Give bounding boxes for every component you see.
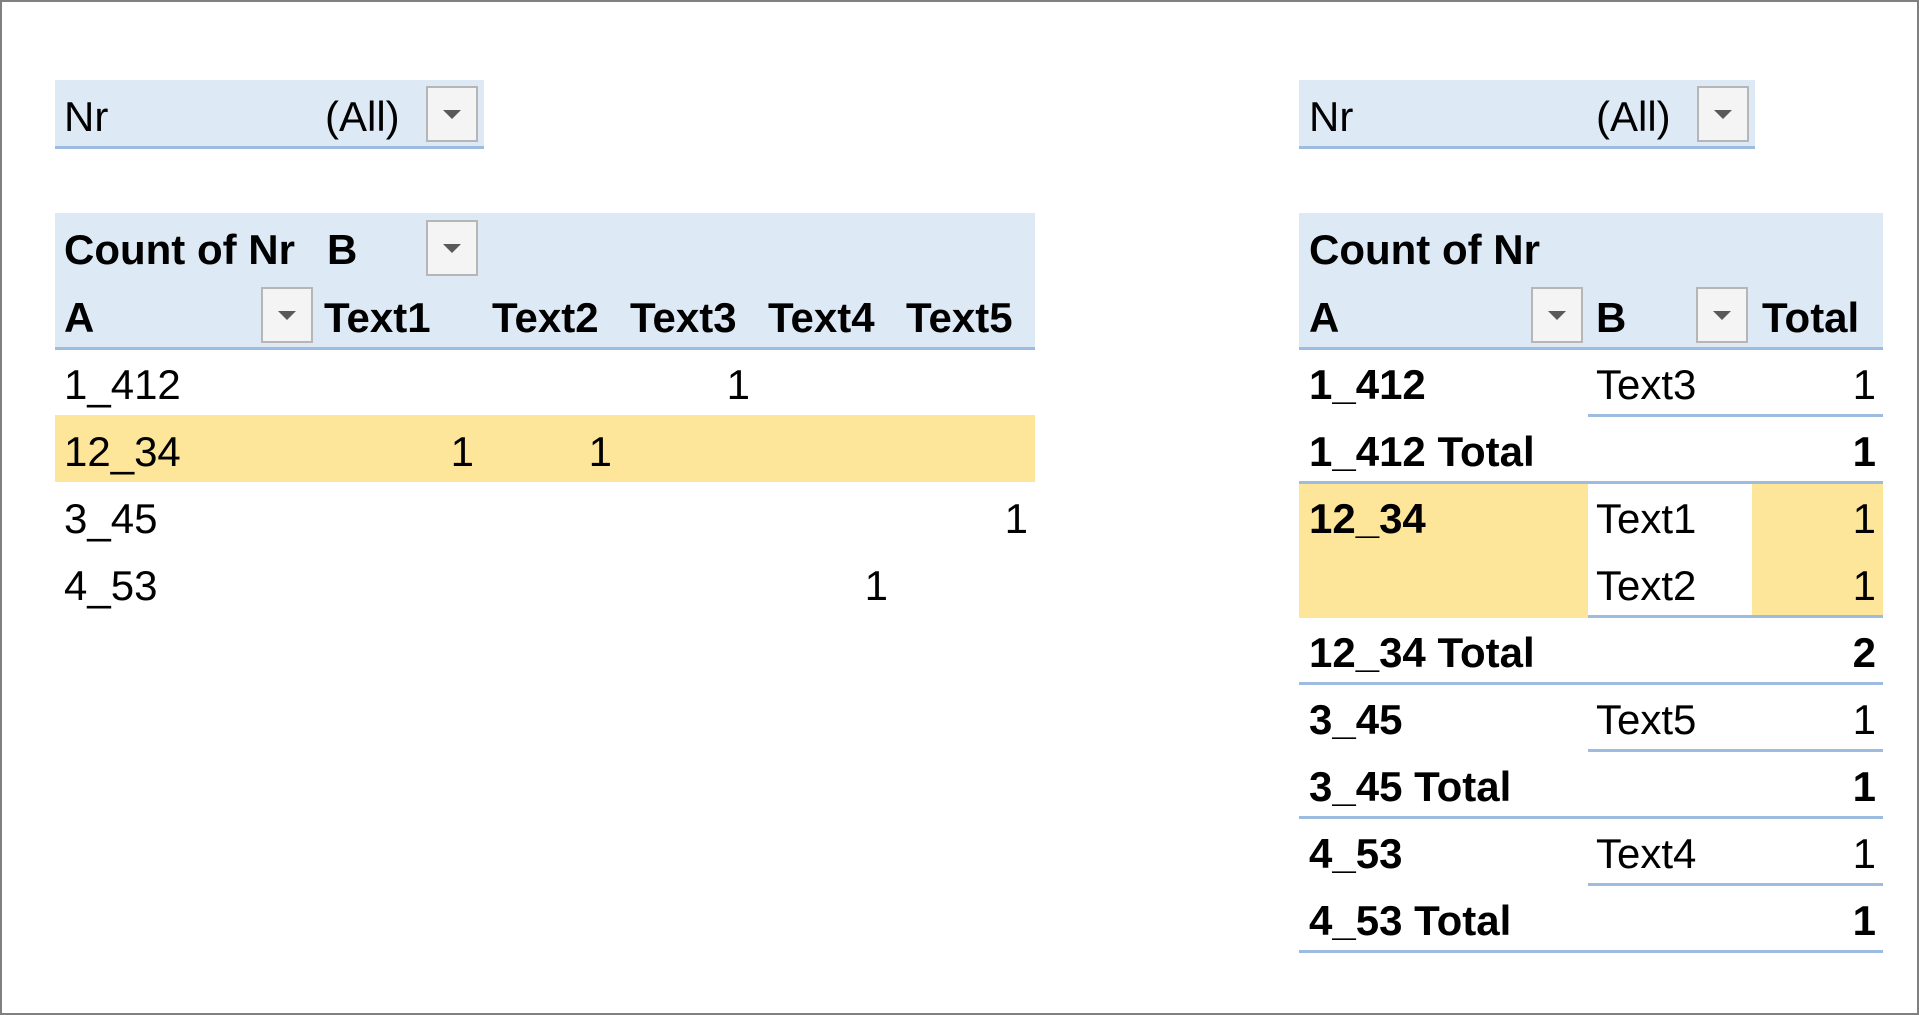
cell-value: 1	[588, 428, 612, 475]
left-col-header-text3: Text3	[630, 294, 737, 341]
left-col-field-label: B	[327, 226, 358, 273]
left-col-header-text4: Text4	[768, 294, 875, 341]
left-col-header-text5: Text5	[906, 294, 1013, 341]
subtotal-value: 1	[1852, 428, 1876, 475]
right-field-a-dropdown-button[interactable]	[1531, 287, 1583, 343]
chevron-down-icon	[443, 243, 461, 253]
cell-value: 1	[864, 562, 888, 609]
subtotal-label: 12_34 Total	[1309, 629, 1535, 676]
subtotal-value: 2	[1852, 629, 1876, 676]
right-filter-field: Nr	[1309, 93, 1354, 140]
chevron-down-icon	[1548, 310, 1566, 320]
subtotal-label: 4_53 Total	[1309, 897, 1512, 944]
right-filter-underline	[1299, 146, 1755, 149]
chevron-down-icon	[1713, 310, 1731, 320]
row-total-value: 1	[1852, 361, 1876, 408]
right-filter-dropdown-button[interactable]	[1697, 86, 1749, 142]
chevron-down-icon	[1714, 109, 1732, 119]
subtotal-label: 1_412 Total	[1309, 428, 1535, 475]
left-count-label: Count of Nr	[64, 226, 295, 273]
row-total-value: 1	[1852, 562, 1876, 609]
row-label: 3_45	[64, 495, 158, 542]
spreadsheet-canvas: Nr (All) Count of Nr B A Text1 Text2 Tex…	[0, 0, 1919, 1015]
row-a-label: 1_412	[1309, 361, 1426, 408]
left-filter-dropdown-button[interactable]	[426, 86, 478, 142]
row-total-value: 1	[1852, 495, 1876, 542]
left-filter-value: (All)	[325, 93, 400, 140]
row-a-label: 4_53	[1309, 830, 1403, 877]
row-b-label: Text5	[1596, 696, 1697, 743]
right-filter-band	[1299, 80, 1755, 146]
left-filter-field: Nr	[64, 93, 109, 140]
cell-value: 1	[1004, 495, 1028, 542]
left-col-header-text2: Text2	[492, 294, 599, 341]
right-field-b-label: B	[1596, 294, 1627, 341]
left-row-field-dropdown-button[interactable]	[261, 287, 313, 343]
row-label: 4_53	[64, 562, 158, 609]
row-b-label: Text1	[1596, 495, 1697, 542]
subtotal-value: 1	[1852, 897, 1876, 944]
right-total-header: Total	[1762, 294, 1860, 341]
cell-value: 1	[450, 428, 474, 475]
right-field-b-dropdown-button[interactable]	[1696, 287, 1748, 343]
cell-value: 1	[726, 361, 750, 408]
left-row-field-label: A	[64, 294, 95, 341]
subtotal-label: 3_45 Total	[1309, 763, 1512, 810]
row-total-value: 1	[1852, 696, 1876, 743]
row-label: 12_34	[64, 428, 181, 475]
row-a-label: 3_45	[1309, 696, 1403, 743]
chevron-down-icon	[443, 109, 461, 119]
row-b-label: Text3	[1596, 361, 1697, 408]
row-b-label: Text2	[1596, 562, 1697, 609]
row-b-label: Text4	[1596, 830, 1697, 877]
left-col-field-dropdown-button[interactable]	[426, 220, 478, 276]
right-filter-value: (All)	[1596, 93, 1671, 140]
right-field-a-label: A	[1309, 294, 1340, 341]
right-count-label: Count of Nr	[1309, 226, 1540, 273]
chevron-down-icon	[278, 310, 296, 320]
row-total-value: 1	[1852, 830, 1876, 877]
row-a-label: 12_34	[1309, 495, 1426, 542]
left-col-header-text1: Text1	[324, 294, 431, 341]
subtotal-value: 1	[1852, 763, 1876, 810]
left-filter-underline	[55, 146, 484, 149]
row-label: 1_412	[64, 361, 181, 408]
left-filter-band	[55, 80, 484, 146]
